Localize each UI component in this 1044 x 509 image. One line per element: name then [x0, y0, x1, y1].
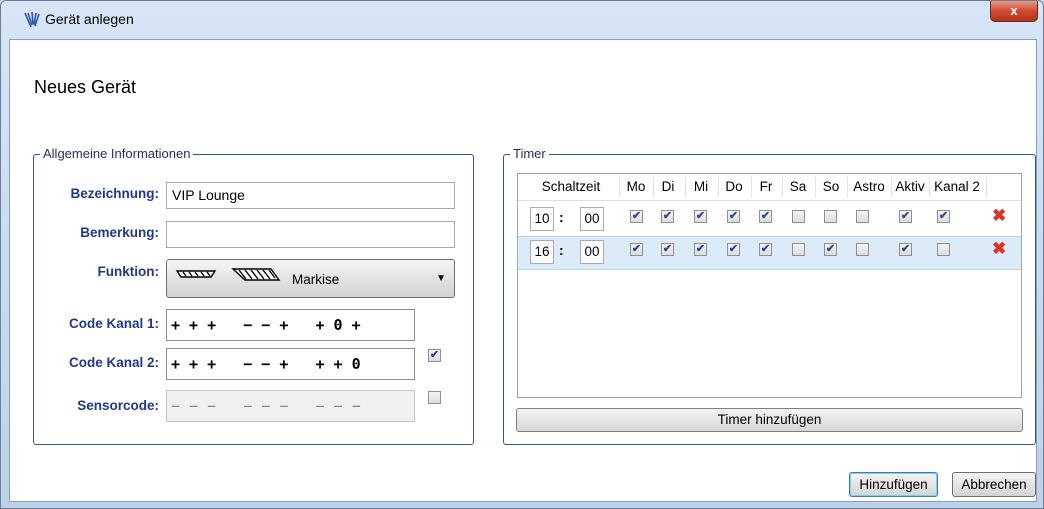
col-so: So: [822, 179, 840, 194]
time-separator: :: [559, 209, 564, 225]
bezeichnung-input[interactable]: VIP Lounge: [166, 182, 455, 209]
delete-timer-icon[interactable]: ✖: [992, 239, 1006, 259]
timer-table: Schaltzeit Mo Di Mi Do Fr Sa So Astro Ak…: [517, 173, 1022, 398]
chevron-down-icon: ▼: [436, 273, 446, 284]
timer-row[interactable]: 16 : 00 ✖: [518, 236, 1021, 270]
day-checkbox-fr[interactable]: [759, 243, 772, 256]
code-kanal-1-input[interactable]: + + + − − + + 0 +: [166, 309, 415, 341]
col-mo: Mo: [626, 179, 646, 194]
aktiv-checkbox[interactable]: [899, 243, 912, 256]
day-checkbox-di[interactable]: [661, 210, 674, 223]
general-info-legend: Allgemeine Informationen: [40, 146, 194, 161]
awning-icon: [175, 268, 281, 281]
funktion-label: Funktion:: [97, 264, 159, 279]
timer-row[interactable]: 10 : 00 ✖: [518, 203, 1021, 235]
bemerkung-label: Bemerkung:: [80, 225, 159, 240]
code2-label: Code Kanal 2:: [68, 355, 159, 370]
bezeichnung-label: Bezeichnung:: [70, 186, 159, 201]
app-logo-icon: [24, 11, 40, 28]
day-checkbox-mi[interactable]: [694, 243, 707, 256]
kanal2-checkbox[interactable]: [937, 210, 950, 223]
window-title: Gerät anlegen: [45, 11, 134, 27]
col-di: Di: [661, 179, 675, 194]
col-mi: Mi: [693, 179, 709, 194]
day-checkbox-mo[interactable]: [630, 210, 643, 223]
day-checkbox-sa[interactable]: [792, 243, 805, 256]
day-checkbox-di[interactable]: [661, 243, 674, 256]
day-checkbox-do[interactable]: [727, 210, 740, 223]
cancel-button[interactable]: Abbrechen: [952, 472, 1036, 497]
astro-checkbox[interactable]: [856, 210, 869, 223]
day-checkbox-sa[interactable]: [792, 210, 805, 223]
dialog-window: Gerät anlegen x Neues Gerät Allgemeine I…: [0, 0, 1044, 509]
timer-header-row: Schaltzeit Mo Di Mi Do Fr Sa So Astro Ak…: [518, 174, 1021, 201]
day-checkbox-fr[interactable]: [759, 210, 772, 223]
code1-label: Code Kanal 1:: [68, 316, 159, 331]
add-timer-button[interactable]: Timer hinzufügen: [516, 408, 1023, 432]
bemerkung-input[interactable]: [166, 221, 455, 248]
day-checkbox-mi[interactable]: [694, 210, 707, 223]
astro-checkbox[interactable]: [856, 243, 869, 256]
code-kanal-2-input[interactable]: + + + − − + + + 0: [166, 348, 415, 380]
col-kanal2: Kanal 2: [934, 179, 980, 194]
hour-input[interactable]: 16: [530, 240, 554, 264]
col-sa: Sa: [789, 179, 807, 194]
code2-enable-checkbox[interactable]: [428, 349, 441, 362]
day-checkbox-mo[interactable]: [630, 243, 643, 256]
sensorcode-input[interactable]: − − − − − − − − −: [166, 390, 415, 422]
close-button[interactable]: x: [990, 1, 1038, 22]
timer-legend: Timer: [510, 146, 549, 161]
delete-timer-icon[interactable]: ✖: [992, 206, 1006, 226]
day-checkbox-do[interactable]: [727, 243, 740, 256]
add-button[interactable]: Hinzufügen: [849, 472, 938, 497]
col-fr: Fr: [759, 179, 773, 194]
col-do: Do: [725, 179, 743, 194]
minute-input[interactable]: 00: [580, 240, 604, 264]
title-bar: Gerät anlegen x: [1, 1, 1043, 39]
sensor-label: Sensorcode:: [77, 398, 159, 413]
col-aktiv: Aktiv: [895, 179, 925, 194]
aktiv-checkbox[interactable]: [899, 210, 912, 223]
day-checkbox-so[interactable]: [824, 243, 837, 256]
minute-input[interactable]: 00: [580, 207, 604, 231]
funktion-select[interactable]: Markise ▼: [166, 259, 455, 298]
page-title: Neues Gerät: [34, 77, 137, 97]
hour-input[interactable]: 10: [530, 207, 554, 231]
funktion-value: Markise: [292, 272, 340, 287]
col-schaltzeit: Schaltzeit: [541, 179, 601, 194]
day-checkbox-so[interactable]: [824, 210, 837, 223]
sensor-enable-checkbox[interactable]: [428, 391, 441, 404]
time-separator: :: [559, 242, 564, 258]
kanal2-checkbox[interactable]: [937, 243, 950, 256]
col-astro: Astro: [853, 179, 885, 194]
